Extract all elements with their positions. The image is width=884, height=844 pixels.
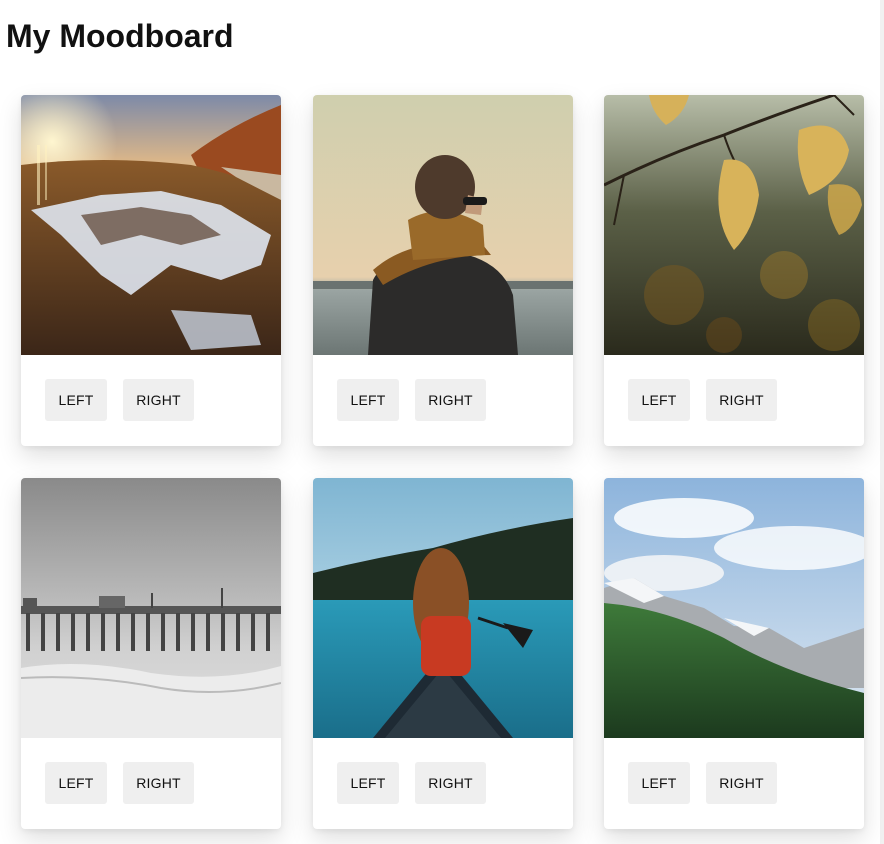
right-button[interactable]: RIGHT bbox=[706, 379, 777, 421]
left-button[interactable]: LEFT bbox=[628, 762, 690, 804]
left-button[interactable]: LEFT bbox=[628, 379, 690, 421]
right-button[interactable]: RIGHT bbox=[123, 762, 194, 804]
moodboard-card: LEFT RIGHT bbox=[604, 95, 864, 446]
autumn-leaves-photo bbox=[604, 95, 864, 355]
sunset-snow-landscape-photo bbox=[21, 95, 281, 355]
moodboard-card: LEFT RIGHT bbox=[21, 95, 281, 446]
woman-canoe-lake-photo bbox=[313, 478, 573, 738]
left-button[interactable]: LEFT bbox=[45, 379, 107, 421]
moodboard-card: LEFT RIGHT bbox=[604, 478, 864, 829]
right-button[interactable]: RIGHT bbox=[123, 379, 194, 421]
left-button[interactable]: LEFT bbox=[45, 762, 107, 804]
scrollbar[interactable] bbox=[880, 0, 884, 844]
moodboard-card: LEFT RIGHT bbox=[21, 478, 281, 829]
page-title: My Moodboard bbox=[6, 18, 234, 54]
right-button[interactable]: RIGHT bbox=[415, 379, 486, 421]
right-button[interactable]: RIGHT bbox=[706, 762, 777, 804]
right-button[interactable]: RIGHT bbox=[415, 762, 486, 804]
left-button[interactable]: LEFT bbox=[337, 762, 399, 804]
moodboard-card: LEFT RIGHT bbox=[313, 478, 573, 829]
person-scarf-sea-photo bbox=[313, 95, 573, 355]
left-button[interactable]: LEFT bbox=[337, 379, 399, 421]
mountain-forest-photo bbox=[604, 478, 864, 738]
moodboard-card: LEFT RIGHT bbox=[313, 95, 573, 446]
pier-grayscale-photo bbox=[21, 478, 281, 738]
